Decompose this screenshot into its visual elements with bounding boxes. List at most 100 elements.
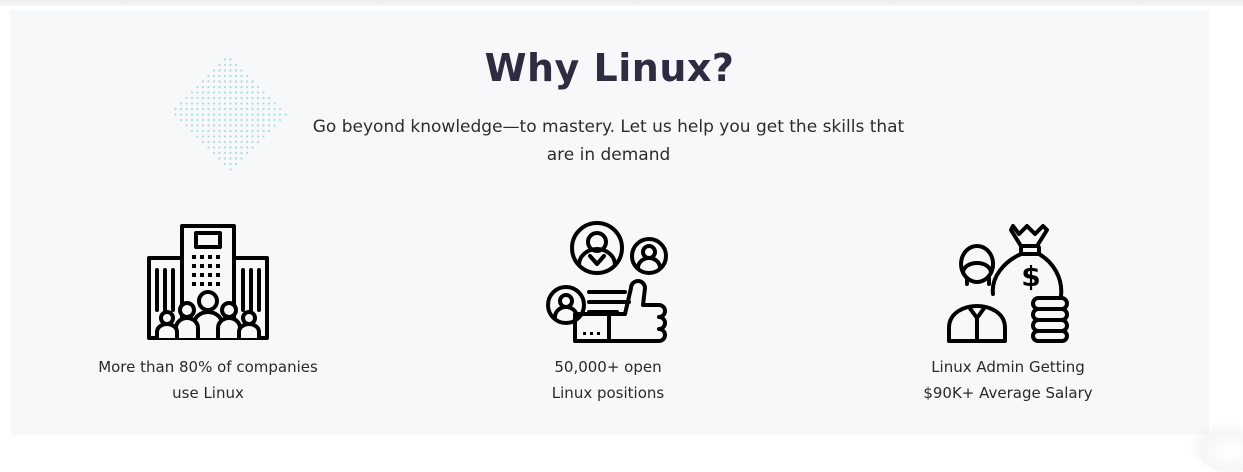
pattern-dot [229,157,232,160]
pattern-dot [179,107,183,111]
pattern-dot [190,102,194,105]
pattern-dot [262,102,265,105]
pattern-dot [201,135,205,138]
pattern-dot [185,113,188,116]
pattern-dot [201,96,205,100]
pattern-dot [229,118,232,122]
pattern-dot [234,140,238,144]
pattern-dot [229,168,232,171]
pattern-dot [212,113,216,116]
pattern-dot [256,124,260,127]
pattern-dot [234,129,238,133]
feature-salary: $ Linux Admin Getting $90K+ Average Sala… [858,220,1158,406]
pattern-dot [273,107,276,111]
feature-line-1: 50,000+ open [554,358,662,376]
pattern-dot [185,118,188,122]
pattern-dot [201,124,205,127]
pattern-dot [196,91,199,94]
pattern-dot [267,96,271,100]
feature-positions: 50,000+ open Linux positions [458,220,758,406]
pattern-dot [179,102,183,105]
feature-line-2: Linux positions [551,384,665,402]
pattern-dot [262,91,265,94]
pattern-dot [256,118,260,122]
pattern-dot [240,140,243,144]
pattern-dot [256,140,260,144]
pattern-dot [256,113,260,116]
pattern-dot [240,135,243,138]
pattern-dot [245,146,249,149]
pattern-dot [201,129,205,133]
corner-shadow [1200,432,1243,472]
pattern-dot [218,146,221,149]
pattern-dot [234,135,238,138]
pattern-dot [240,124,243,127]
pattern-dot [245,113,249,116]
pattern-dot [174,113,177,116]
pattern-dot [223,151,227,155]
pattern-dot [223,113,227,116]
pattern-dot [240,91,243,94]
pattern-dot [174,107,177,111]
pattern-dot [229,107,232,111]
pattern-dot [234,157,238,160]
pattern-dot [234,162,238,166]
pattern-dot [207,102,210,105]
pattern-dot [218,113,221,116]
why-linux-section: Why Linux? Go beyond knowledge—to master… [10,10,1209,435]
pattern-dot [190,113,194,116]
pattern-dot [251,113,254,116]
pattern-dot [256,91,260,94]
pattern-dot [201,118,205,122]
pattern-dot [190,107,194,111]
pattern-dot [212,151,216,155]
pattern-dot [267,107,271,111]
pattern-dot [267,129,271,133]
pattern-dot [229,96,232,100]
pattern-dot [218,135,221,138]
pattern-dot [201,140,205,144]
pattern-dot [229,146,232,149]
pattern-dot [262,118,265,122]
pattern-dot [207,129,210,133]
pattern-dot [251,102,254,105]
pattern-dot [245,140,249,144]
pattern-dot [218,102,221,105]
pattern-dot [207,113,210,116]
pattern-dot [245,118,249,122]
pattern-dot [251,91,254,94]
pattern-dot [267,113,271,116]
feature-line-2: $90K+ Average Salary [923,384,1093,402]
pattern-dot [267,102,271,105]
pattern-dot [223,91,227,94]
pattern-dot [207,124,210,127]
pattern-dot [218,96,221,100]
pattern-dot [223,140,227,144]
pattern-dot [256,129,260,133]
pattern-dot [251,118,254,122]
pattern-dot [190,129,194,133]
pattern-dot [212,118,216,122]
pattern-dot [245,124,249,127]
pattern-dot [201,113,205,116]
pattern-dot [234,124,238,127]
pattern-dot [273,118,276,122]
pattern-dot [196,102,199,105]
pattern-dot [229,91,232,94]
pattern-dot [240,107,243,111]
pattern-dot [240,129,243,133]
pattern-dot [262,135,265,138]
pattern-dot [212,129,216,133]
pattern-dot [240,157,243,160]
pattern-dot [251,146,254,149]
pattern-dot [245,96,249,100]
pattern-dot [251,140,254,144]
company-building-icon [147,224,269,340]
pattern-dot [256,96,260,100]
pattern-dot [273,124,276,127]
pattern-dot [190,96,194,100]
pattern-dot [256,102,260,105]
pattern-dot [251,135,254,138]
pattern-dot [218,140,221,144]
pattern-dot [262,96,265,100]
